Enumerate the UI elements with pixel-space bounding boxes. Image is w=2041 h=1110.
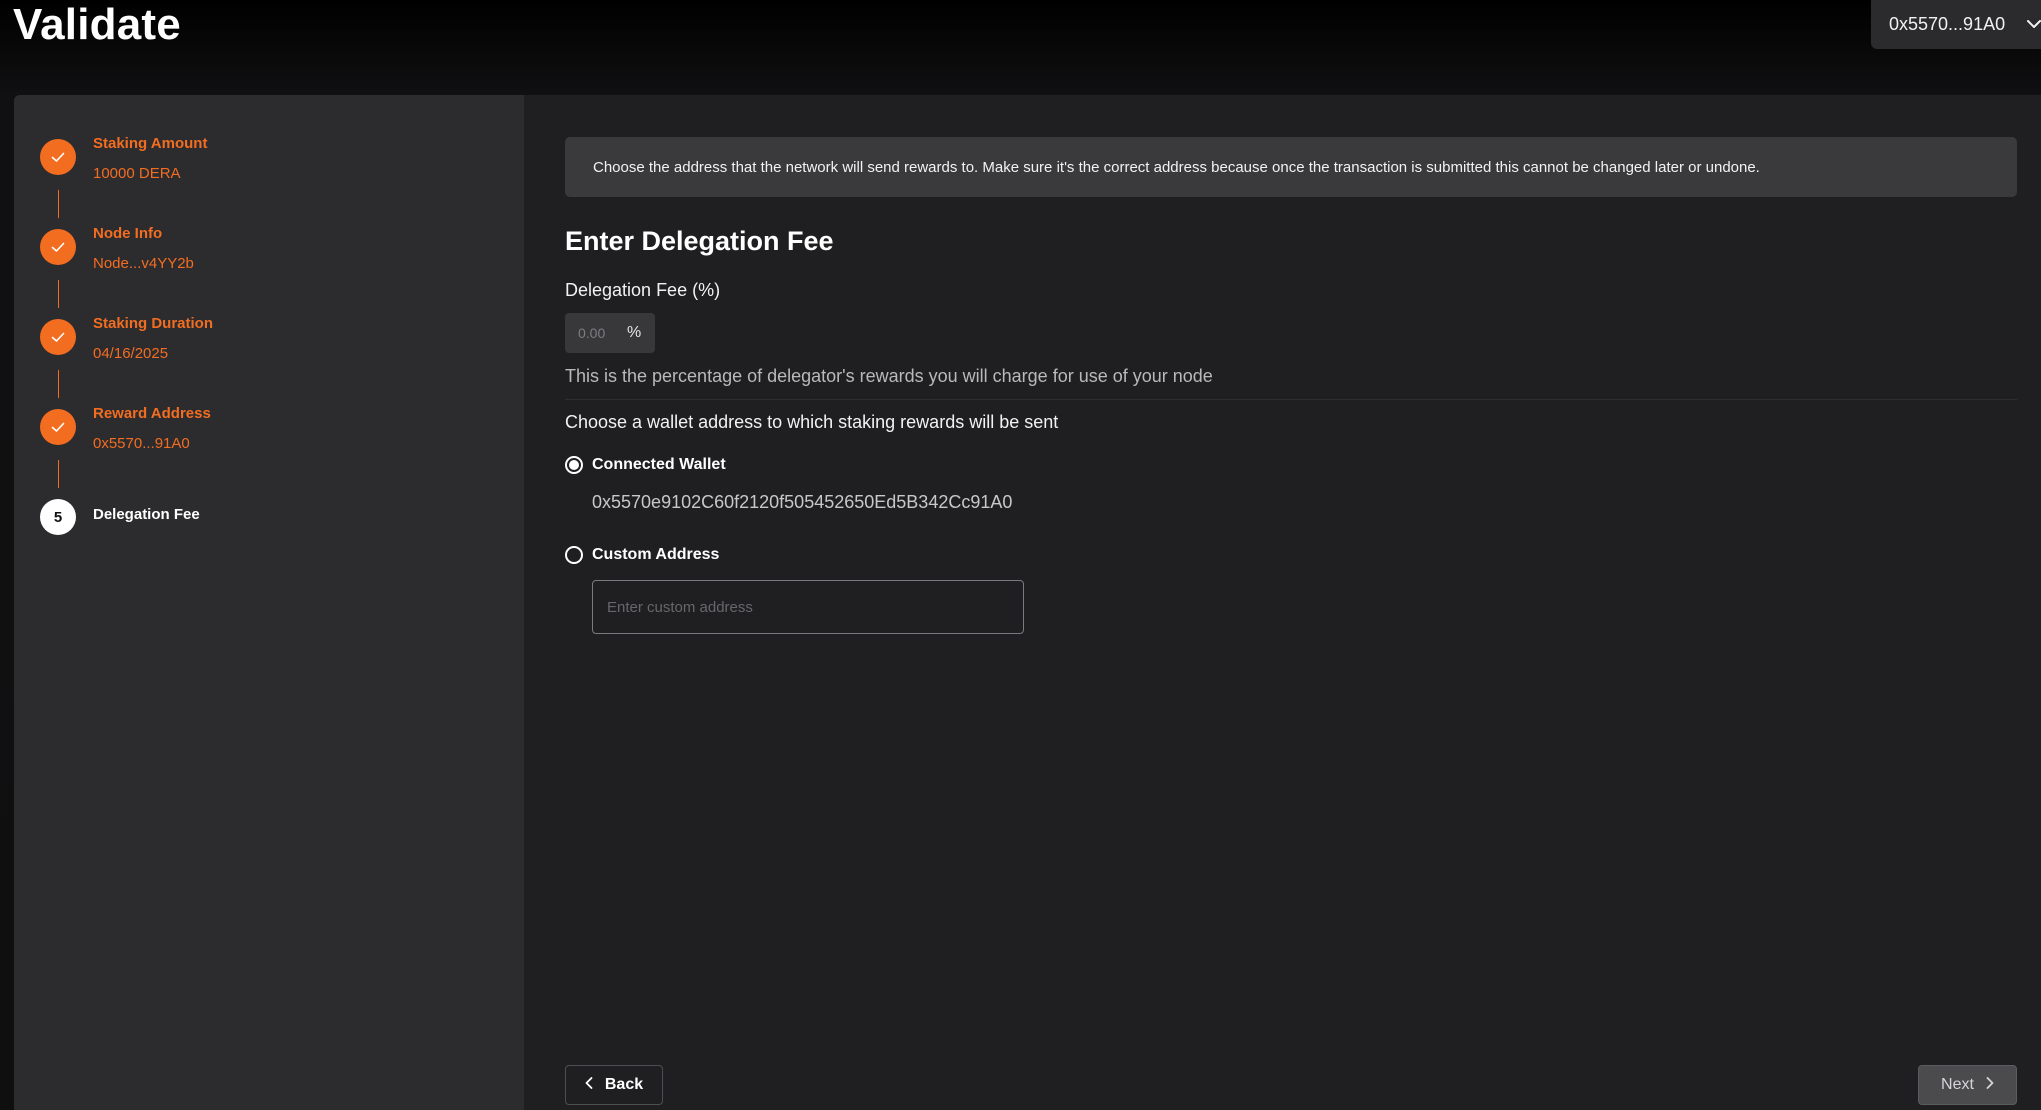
main-panel: Choose the address that the network will… [565, 95, 2031, 1110]
back-label: Back [604, 1076, 644, 1093]
step-value: 0x5570...91A0 [93, 435, 190, 452]
connected-wallet-address: 0x5570e9102C60f2120f505452650Ed5B342Cc91… [592, 492, 1013, 512]
next-label: Next [1941, 1076, 1974, 1093]
wallet-account-button[interactable]: 0x5570...91A0 [1871, 0, 2041, 49]
custom-address-radio[interactable] [565, 546, 583, 564]
connected-wallet-option[interactable]: Connected Wallet [565, 456, 726, 474]
check-icon [40, 139, 76, 175]
step-value: Node...v4YY2b [93, 255, 194, 272]
page-title: Validate [13, 0, 181, 49]
step-value: 04/16/2025 [93, 345, 169, 362]
back-button[interactable]: Back [565, 1065, 663, 1105]
delegation-fee-helper: This is the percentage of delegator's re… [565, 366, 1213, 386]
connected-wallet-radio[interactable] [565, 456, 583, 474]
delegation-fee-input[interactable] [565, 313, 625, 353]
stepper-sidebar: Staking Amount 10000 DERA Node Info Node… [14, 95, 524, 1110]
check-icon [40, 319, 76, 355]
step-reward-address: Reward Address 0x5570...91A0 [40, 405, 211, 453]
step-title: Staking Duration [93, 315, 214, 332]
delegation-fee-label: Delegation Fee (%) [565, 280, 721, 300]
step-staking-amount: Staking Amount 10000 DERA [40, 135, 207, 183]
step-title: Delegation Fee [93, 506, 200, 523]
chevron-right-icon [1986, 1076, 1994, 1094]
step-staking-duration: Staking Duration 04/16/2025 [40, 315, 213, 363]
custom-address-input[interactable] [592, 580, 1024, 634]
divider [565, 399, 2017, 400]
step-connector [58, 280, 59, 308]
chevron-left-icon [585, 1076, 593, 1094]
step-title: Staking Amount [93, 135, 208, 152]
chevron-down-icon [2027, 16, 2041, 34]
step-connector [58, 370, 59, 398]
connected-wallet-label: Connected Wallet [592, 456, 726, 473]
step-title: Node Info [93, 225, 163, 242]
check-icon [40, 409, 76, 445]
check-icon [40, 229, 76, 265]
info-banner: Choose the address that the network will… [565, 137, 2017, 197]
wizard-card: Staking Amount 10000 DERA Node Info Node… [14, 95, 2041, 1110]
percent-suffix: % [627, 324, 642, 341]
step-number-badge: 5 [40, 499, 76, 535]
page: Validate 0x5570...91A0 Staking Amount 10… [0, 0, 2041, 1110]
step-value: 10000 DERA [93, 165, 181, 182]
step-connector [58, 460, 59, 488]
address-prompt: Choose a wallet address to which staking… [565, 412, 1059, 432]
step-node-info: Node Info Node...v4YY2b [40, 225, 194, 273]
wallet-account-label: 0x5570...91A0 [1889, 14, 2006, 34]
custom-address-label: Custom Address [592, 546, 720, 563]
delegation-fee-group: % [565, 313, 655, 353]
step-title: Reward Address [93, 405, 211, 422]
custom-address-option[interactable]: Custom Address [565, 546, 719, 564]
step-delegation-fee: 5 Delegation Fee [40, 499, 200, 535]
section-title: Enter Delegation Fee [565, 226, 834, 256]
next-button[interactable]: Next [1918, 1065, 2017, 1105]
step-connector [58, 190, 59, 218]
